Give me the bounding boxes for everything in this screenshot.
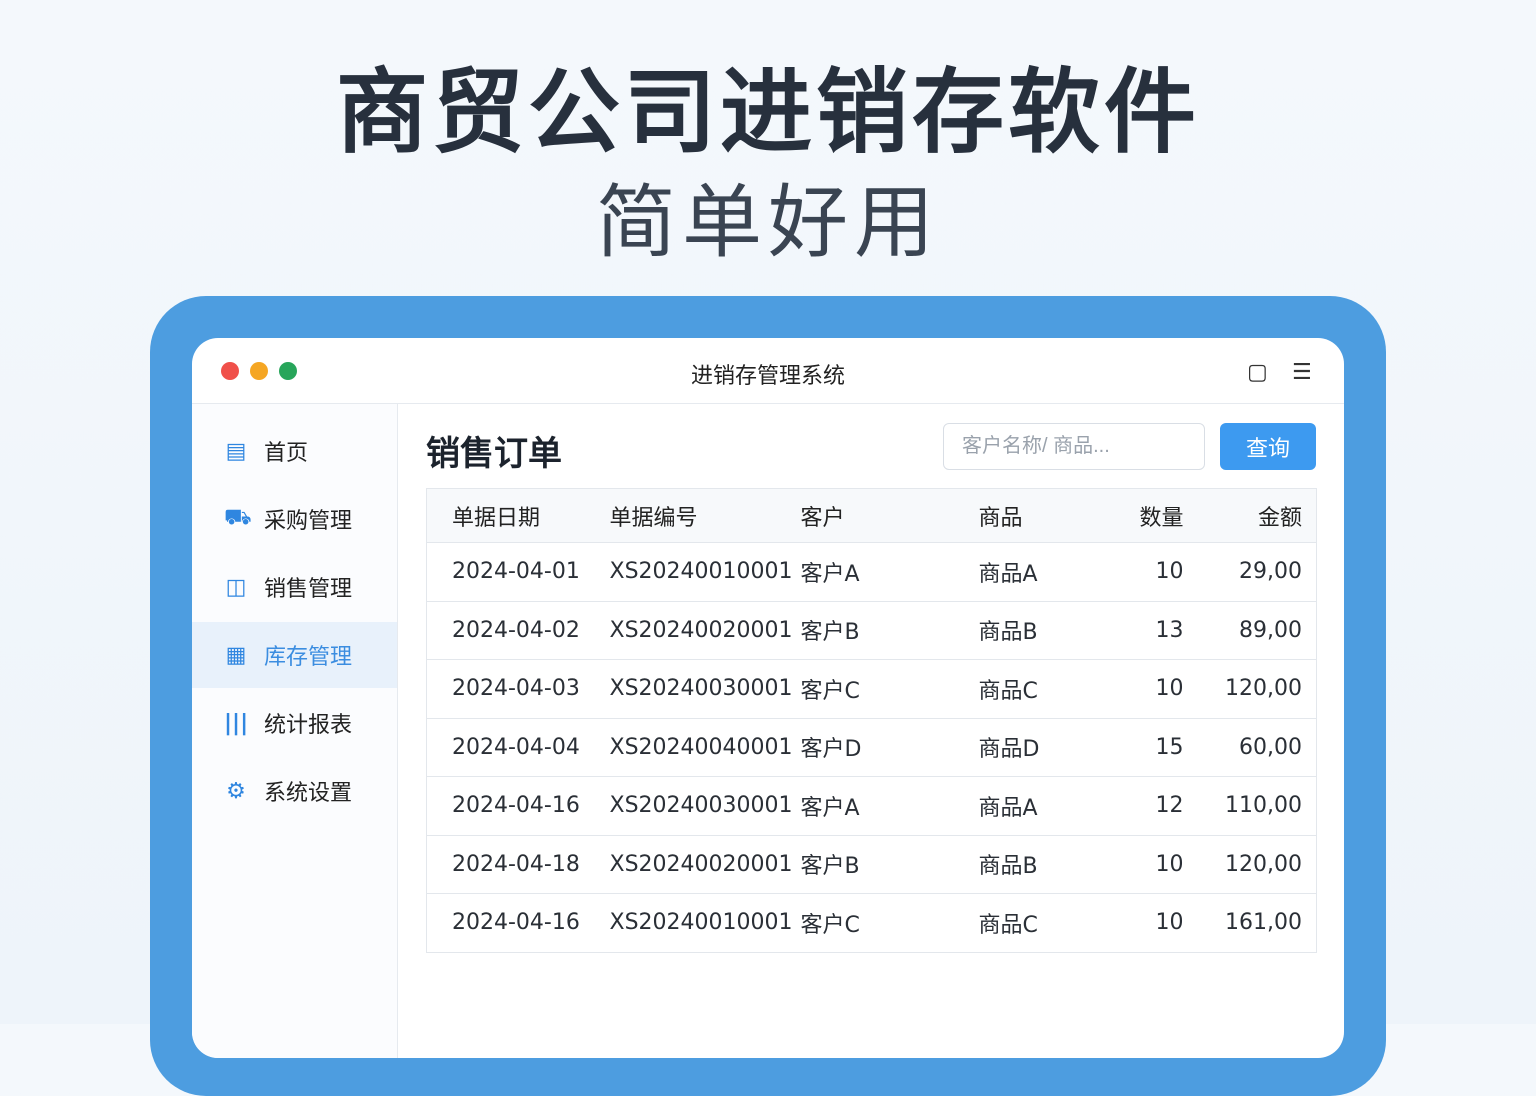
table-cell: 客户C <box>800 659 979 719</box>
title-bar: 进销存管理系统 ▢ ☰ <box>192 338 1344 404</box>
page-title: 销售订单 <box>426 434 562 474</box>
sidebar-item-label: 库存管理 <box>264 645 353 670</box>
table-cell: 10 <box>1088 542 1194 602</box>
table-cell: 客户B <box>800 835 979 894</box>
sidebar-item-label: 系统设置 <box>264 781 353 806</box>
table-cell: 2024-04-04 <box>426 718 610 777</box>
sales-icon: ◫ <box>225 574 247 600</box>
sidebar-item-settings[interactable]: ⚙ 系统设置 <box>192 758 397 824</box>
table-cell: 2024-04-02 <box>426 601 610 660</box>
table-cell: XS20240030001 <box>609 659 801 719</box>
table-row[interactable]: 2024-04-18 XS20240020001 客户B 商品B 10 120,00 <box>426 835 1317 894</box>
table-cell: 2024-04-16 <box>426 776 610 836</box>
table-cell: 10 <box>1088 893 1194 953</box>
sidebar-item-home[interactable]: ▤ 首页 <box>192 418 397 484</box>
search-input[interactable] <box>943 423 1205 470</box>
table-cell: 客户D <box>800 718 979 777</box>
query-button[interactable]: 查询 <box>1220 423 1316 470</box>
table-cell: 89,00 <box>1193 601 1317 660</box>
table-cell: 29,00 <box>1193 542 1317 602</box>
table-cell: 120,00 <box>1193 659 1317 719</box>
table-cell: 商品A <box>978 776 1089 836</box>
table-cell: 15 <box>1088 718 1194 777</box>
sidebar: ▤ 首页 ⛟ 采购管理 ◫ 销售管理 ▦ 库存管理 ||| 统计报表 ⚙ 系统设置 <box>192 404 398 1058</box>
table-cell: 161,00 <box>1193 893 1317 953</box>
app-window: 进销存管理系统 ▢ ☰ ▤ 首页 ⛟ 采购管理 ◫ 销售管理 ▦ 库存管理 ||| 统计报… <box>192 338 1344 1058</box>
window-square-icon[interactable]: ▢ <box>1247 360 1268 385</box>
hero-subtitle: 简单好用 <box>596 176 940 269</box>
table-cell: 110,00 <box>1193 776 1317 836</box>
sidebar-item-inventory[interactable]: ▦ 库存管理 <box>192 622 397 688</box>
table-cell: 商品C <box>978 893 1089 953</box>
table-row[interactable]: 2024-04-03 XS20240030001 客户C 商品C 10 120,00 <box>426 659 1317 719</box>
document-icon: ▤ <box>225 438 247 464</box>
column-header[interactable]: 数量 <box>1088 488 1194 543</box>
sidebar-item-reports[interactable]: ||| 统计报表 <box>192 690 397 756</box>
table-header: 单据日期 单据编号 客户 商品 数量 金额 <box>426 488 1317 543</box>
window-title: 进销存管理系统 <box>690 364 845 389</box>
table-row[interactable]: 2024-04-16 XS20240010001 客户C 商品C 10 161,00 <box>426 893 1317 953</box>
column-header[interactable]: 金额 <box>1193 488 1317 543</box>
grid-icon: ▦ <box>225 642 247 668</box>
table-cell: 客户A <box>800 776 979 836</box>
table-cell: 2024-04-16 <box>426 893 610 953</box>
bar-chart-icon: ||| <box>224 710 249 736</box>
sidebar-item-sales[interactable]: ◫ 销售管理 <box>192 554 397 620</box>
table-cell: XS20240010001 <box>609 893 801 953</box>
column-header[interactable]: 商品 <box>978 488 1089 543</box>
table-cell: 60,00 <box>1193 718 1317 777</box>
table-cell: 商品D <box>978 718 1089 777</box>
table-cell: 120,00 <box>1193 835 1317 894</box>
sidebar-item-label: 销售管理 <box>264 577 353 602</box>
table-cell: 2024-04-01 <box>426 542 610 602</box>
column-header[interactable]: 客户 <box>800 488 979 543</box>
table-cell: 客户C <box>800 893 979 953</box>
table-cell: XS20240020001 <box>609 601 801 660</box>
hero-title: 商贸公司进销存软件 <box>335 59 1200 166</box>
table-row[interactable]: 2024-04-16 XS20240030001 客户A 商品A 12 110,00 <box>426 776 1317 836</box>
table-row[interactable]: 2024-04-04 XS20240040001 客户D 商品D 15 60,00 <box>426 718 1317 777</box>
table-cell: XS20240040001 <box>609 718 801 777</box>
table-cell: 商品B <box>978 835 1089 894</box>
table-cell: 客户B <box>800 601 979 660</box>
table-cell: XS20240020001 <box>609 835 801 894</box>
table-row[interactable]: 2024-04-01 XS20240010001 客户A 商品A 10 29,00 <box>426 542 1317 602</box>
table-cell: XS20240030001 <box>609 776 801 836</box>
table-cell: 客户A <box>800 542 979 602</box>
table-cell: XS20240010001 <box>609 542 801 602</box>
sidebar-item-label: 采购管理 <box>264 509 353 534</box>
orders-table: 单据日期 单据编号 客户 商品 数量 金额 2024-04-01 XS202400… <box>426 488 1317 953</box>
sidebar-item-purchase[interactable]: ⛟ 采购管理 <box>192 486 397 552</box>
table-cell: 商品C <box>978 659 1089 719</box>
column-header[interactable]: 单据编号 <box>609 488 801 543</box>
menu-icon[interactable]: ☰ <box>1292 360 1312 385</box>
column-header[interactable]: 单据日期 <box>426 488 610 543</box>
table-cell: 12 <box>1088 776 1194 836</box>
sidebar-item-label: 首页 <box>264 441 309 466</box>
table-cell: 10 <box>1088 835 1194 894</box>
table-cell: 商品B <box>978 601 1089 660</box>
table-cell: 2024-04-03 <box>426 659 610 719</box>
table-cell: 10 <box>1088 659 1194 719</box>
table-cell: 2024-04-18 <box>426 835 610 894</box>
cart-icon: ⛟ <box>224 505 252 530</box>
sidebar-item-label: 统计报表 <box>264 713 353 738</box>
table-cell: 商品A <box>978 542 1089 602</box>
table-row[interactable]: 2024-04-02 XS20240020001 客户B 商品B 13 89,00 <box>426 601 1317 660</box>
gear-icon: ⚙ <box>226 778 246 804</box>
table-cell: 13 <box>1088 601 1194 660</box>
main-content: 销售订单 查询 单据日期 单据编号 客户 商品 数量 金额 2024-04-01… <box>398 404 1344 1058</box>
